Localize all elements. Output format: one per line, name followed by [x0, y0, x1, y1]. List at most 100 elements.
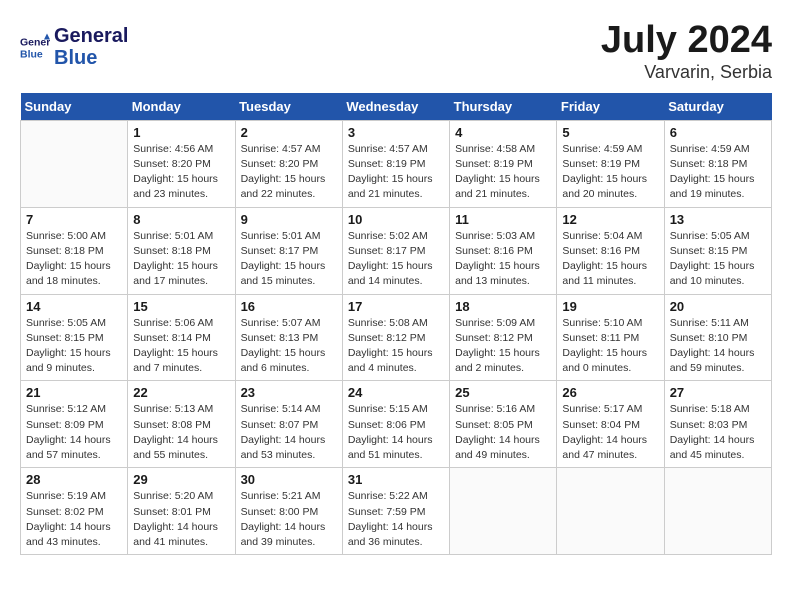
day-number: 5	[562, 125, 658, 140]
day-number: 8	[133, 212, 229, 227]
weekday-header-tuesday: Tuesday	[235, 93, 342, 121]
day-number: 4	[455, 125, 551, 140]
day-cell: 24 Sunrise: 5:15 AMSunset: 8:06 PMDayligh…	[342, 381, 449, 468]
day-number: 6	[670, 125, 766, 140]
day-detail: Sunrise: 5:17 AMSunset: 8:04 PMDaylight:…	[562, 402, 658, 463]
day-number: 20	[670, 299, 766, 314]
day-detail: Sunrise: 5:22 AMSunset: 7:59 PMDaylight:…	[348, 489, 444, 550]
weekday-header-wednesday: Wednesday	[342, 93, 449, 121]
day-detail: Sunrise: 4:56 AMSunset: 8:20 PMDaylight:…	[133, 142, 229, 203]
day-detail: Sunrise: 5:21 AMSunset: 8:00 PMDaylight:…	[241, 489, 337, 550]
day-cell: 14 Sunrise: 5:05 AMSunset: 8:15 PMDayligh…	[21, 294, 128, 381]
day-cell: 23 Sunrise: 5:14 AMSunset: 8:07 PMDayligh…	[235, 381, 342, 468]
logo-icon: General Blue	[20, 32, 50, 62]
title-area: July 2024 Varvarin, Serbia	[601, 20, 772, 83]
day-number: 24	[348, 385, 444, 400]
location: Varvarin, Serbia	[601, 62, 772, 83]
day-cell: 7Sunrise: 5:00 AMSunset: 8:18 PMDaylight…	[21, 207, 128, 294]
weekday-header-friday: Friday	[557, 93, 664, 121]
logo-line2: Blue	[54, 47, 128, 69]
weekday-header-thursday: Thursday	[450, 93, 557, 121]
day-number: 16	[241, 299, 337, 314]
day-number: 31	[348, 472, 444, 487]
day-detail: Sunrise: 5:03 AMSunset: 8:16 PMDaylight:…	[455, 229, 551, 290]
logo: General Blue General Blue	[20, 25, 128, 69]
day-cell: 2 Sunrise: 4:57 AMSunset: 8:20 PMDaylight…	[235, 120, 342, 207]
day-detail: Sunrise: 5:09 AMSunset: 8:12 PMDaylight:…	[455, 316, 551, 377]
day-number: 11	[455, 212, 551, 227]
day-cell: 9Sunrise: 5:01 AMSunset: 8:17 PMDaylight…	[235, 207, 342, 294]
day-cell: 26 Sunrise: 5:17 AMSunset: 8:04 PMDayligh…	[557, 381, 664, 468]
day-detail: Sunrise: 5:02 AMSunset: 8:17 PMDaylight:…	[348, 229, 444, 290]
day-cell	[557, 468, 664, 555]
day-detail: Sunrise: 5:01 AMSunset: 8:17 PMDaylight:…	[241, 229, 337, 290]
day-cell: 3Sunrise: 4:57 AMSunset: 8:19 PMDaylight…	[342, 120, 449, 207]
day-number: 29	[133, 472, 229, 487]
day-detail: Sunrise: 5:15 AMSunset: 8:06 PMDaylight:…	[348, 402, 444, 463]
header: General Blue General Blue July 2024 Varv…	[20, 20, 772, 83]
week-row-5: 28Sunrise: 5:19 AMSunset: 8:02 PMDayligh…	[21, 468, 772, 555]
day-cell: 16 Sunrise: 5:07 AMSunset: 8:13 PMDayligh…	[235, 294, 342, 381]
day-cell: 21 Sunrise: 5:12 AMSunset: 8:09 PMDayligh…	[21, 381, 128, 468]
day-cell: 4 Sunrise: 4:58 AMSunset: 8:19 PMDaylight…	[450, 120, 557, 207]
day-detail: Sunrise: 5:16 AMSunset: 8:05 PMDaylight:…	[455, 402, 551, 463]
week-row-2: 7Sunrise: 5:00 AMSunset: 8:18 PMDaylight…	[21, 207, 772, 294]
day-number: 12	[562, 212, 658, 227]
day-cell: 8 Sunrise: 5:01 AMSunset: 8:18 PMDaylight…	[128, 207, 235, 294]
day-detail: Sunrise: 4:57 AMSunset: 8:20 PMDaylight:…	[241, 142, 337, 203]
day-number: 30	[241, 472, 337, 487]
day-detail: Sunrise: 5:20 AMSunset: 8:01 PMDaylight:…	[133, 489, 229, 550]
calendar-table: SundayMondayTuesdayWednesdayThursdayFrid…	[20, 93, 772, 555]
day-number: 15	[133, 299, 229, 314]
day-number: 19	[562, 299, 658, 314]
day-number: 25	[455, 385, 551, 400]
day-cell: 10 Sunrise: 5:02 AMSunset: 8:17 PMDayligh…	[342, 207, 449, 294]
day-number: 21	[26, 385, 122, 400]
day-detail: Sunrise: 5:06 AMSunset: 8:14 PMDaylight:…	[133, 316, 229, 377]
weekday-header-monday: Monday	[128, 93, 235, 121]
day-number: 22	[133, 385, 229, 400]
day-detail: Sunrise: 4:58 AMSunset: 8:19 PMDaylight:…	[455, 142, 551, 203]
day-cell: 22 Sunrise: 5:13 AMSunset: 8:08 PMDayligh…	[128, 381, 235, 468]
day-detail: Sunrise: 5:07 AMSunset: 8:13 PMDaylight:…	[241, 316, 337, 377]
week-row-3: 14 Sunrise: 5:05 AMSunset: 8:15 PMDayligh…	[21, 294, 772, 381]
day-detail: Sunrise: 5:10 AMSunset: 8:11 PMDaylight:…	[562, 316, 658, 377]
weekday-header-sunday: Sunday	[21, 93, 128, 121]
day-detail: Sunrise: 5:12 AMSunset: 8:09 PMDaylight:…	[26, 402, 122, 463]
day-cell: 13Sunrise: 5:05 AMSunset: 8:15 PMDayligh…	[664, 207, 771, 294]
day-number: 27	[670, 385, 766, 400]
day-detail: Sunrise: 5:19 AMSunset: 8:02 PMDaylight:…	[26, 489, 122, 550]
day-detail: Sunrise: 5:14 AMSunset: 8:07 PMDaylight:…	[241, 402, 337, 463]
day-cell	[21, 120, 128, 207]
day-cell: 11 Sunrise: 5:03 AMSunset: 8:16 PMDayligh…	[450, 207, 557, 294]
day-detail: Sunrise: 5:04 AMSunset: 8:16 PMDaylight:…	[562, 229, 658, 290]
day-cell	[664, 468, 771, 555]
day-detail: Sunrise: 5:05 AMSunset: 8:15 PMDaylight:…	[670, 229, 766, 290]
day-cell: 29 Sunrise: 5:20 AMSunset: 8:01 PMDayligh…	[128, 468, 235, 555]
day-detail: Sunrise: 4:59 AMSunset: 8:19 PMDaylight:…	[562, 142, 658, 203]
day-number: 26	[562, 385, 658, 400]
day-number: 2	[241, 125, 337, 140]
logo-line1: General	[54, 25, 128, 47]
day-number: 18	[455, 299, 551, 314]
day-cell: 17Sunrise: 5:08 AMSunset: 8:12 PMDayligh…	[342, 294, 449, 381]
day-detail: Sunrise: 5:01 AMSunset: 8:18 PMDaylight:…	[133, 229, 229, 290]
day-cell: 5 Sunrise: 4:59 AMSunset: 8:19 PMDaylight…	[557, 120, 664, 207]
month-year: July 2024	[601, 20, 772, 62]
weekday-header-saturday: Saturday	[664, 93, 771, 121]
day-number: 10	[348, 212, 444, 227]
weekday-header-row: SundayMondayTuesdayWednesdayThursdayFrid…	[21, 93, 772, 121]
day-number: 23	[241, 385, 337, 400]
day-cell: 27 Sunrise: 5:18 AMSunset: 8:03 PMDayligh…	[664, 381, 771, 468]
day-cell: 12 Sunrise: 5:04 AMSunset: 8:16 PMDayligh…	[557, 207, 664, 294]
day-number: 1	[133, 125, 229, 140]
day-detail: Sunrise: 5:05 AMSunset: 8:15 PMDaylight:…	[26, 316, 122, 377]
day-detail: Sunrise: 5:13 AMSunset: 8:08 PMDaylight:…	[133, 402, 229, 463]
week-row-1: 1 Sunrise: 4:56 AMSunset: 8:20 PMDaylight…	[21, 120, 772, 207]
day-cell: 15 Sunrise: 5:06 AMSunset: 8:14 PMDayligh…	[128, 294, 235, 381]
day-number: 17	[348, 299, 444, 314]
day-detail: Sunrise: 5:00 AMSunset: 8:18 PMDaylight:…	[26, 229, 122, 290]
day-cell: 20Sunrise: 5:11 AMSunset: 8:10 PMDayligh…	[664, 294, 771, 381]
day-detail: Sunrise: 5:18 AMSunset: 8:03 PMDaylight:…	[670, 402, 766, 463]
day-number: 14	[26, 299, 122, 314]
